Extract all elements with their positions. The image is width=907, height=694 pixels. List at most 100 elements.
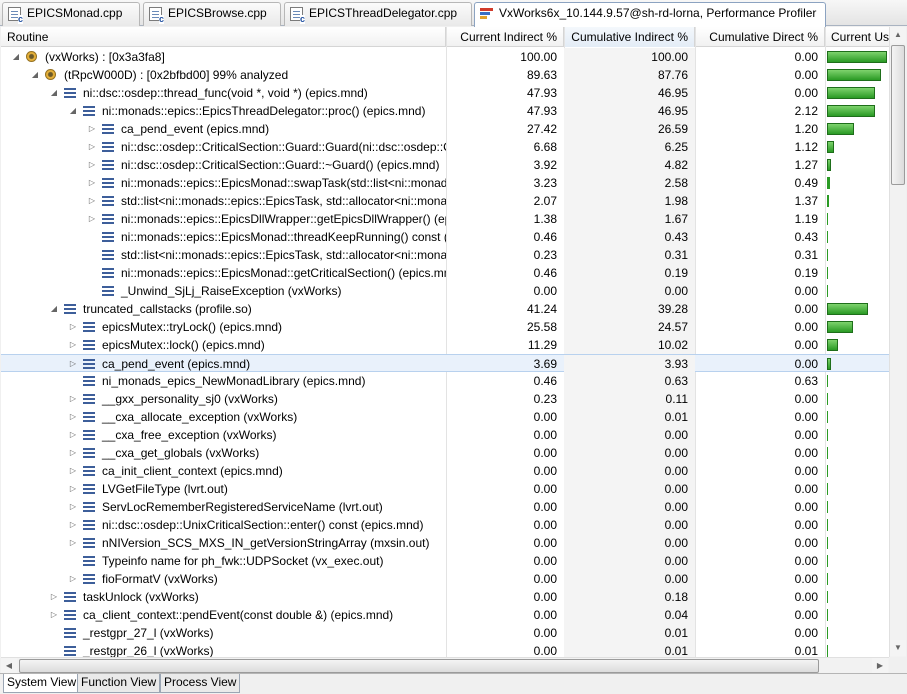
expand-arrow-icon[interactable]: ▷ xyxy=(87,156,97,174)
vertical-scroll-thumb[interactable] xyxy=(891,45,905,185)
expand-arrow-icon[interactable]: ▷ xyxy=(68,516,78,534)
table-row[interactable]: ▷ ca_init_client_context (epics.mnd) 0.00 0… xyxy=(1,462,889,480)
cumulative-direct-cell: 1.27 xyxy=(794,158,818,172)
expand-arrow-icon[interactable]: ▷ xyxy=(68,426,78,444)
expand-arrow-icon[interactable]: ▷ xyxy=(49,606,59,624)
table-row[interactable]: ▷ LVGetFileType (lvrt.out) 0.00 0.00 0.00 xyxy=(1,480,889,498)
column-header-current-indirect[interactable]: Current Indirect % xyxy=(446,27,564,47)
table-row[interactable]: ni::monads::epics::EpicsMonad::getCritic… xyxy=(1,264,889,282)
table-row[interactable]: Typeinfo name for ph_fwk::UDPSocket (vx_… xyxy=(1,552,889,570)
tab-performance-profiler[interactable]: VxWorks6x_10.144.9.57@sh-rd-lorna, Perfo… xyxy=(474,2,826,27)
table-row[interactable]: ▷ ni::dsc::osdep::CriticalSection::Guard:… xyxy=(1,156,889,174)
tab-function-view[interactable]: Function View xyxy=(77,674,161,693)
scroll-up-icon[interactable]: ▲ xyxy=(890,27,906,43)
column-header-cumulative-direct[interactable]: Cumulative Direct % xyxy=(695,27,825,47)
expand-arrow-icon[interactable]: ▷ xyxy=(68,498,78,516)
table-row[interactable]: ▷ nNIVersion_SCS_MXS_IN_getVersionStringA… xyxy=(1,534,889,552)
horizontal-scroll-thumb[interactable] xyxy=(19,659,819,673)
table-row[interactable]: std::list<ni::monads::epics::EpicsTask, … xyxy=(1,246,889,264)
collapse-arrow-icon[interactable]: ◢ xyxy=(11,48,21,66)
expand-arrow-icon[interactable]: ▷ xyxy=(68,462,78,480)
table-row[interactable]: ◢ ni::dsc::osdep::thread_func(void *, voi… xyxy=(1,84,889,102)
usage-bar xyxy=(827,231,828,243)
current-usage-cell xyxy=(825,355,889,373)
table-row[interactable]: _restgpr_27_l (vxWorks) 0.00 0.01 0.00 xyxy=(1,624,889,642)
horizontal-scrollbar[interactable]: ◀ ▶ xyxy=(1,657,889,674)
table-row[interactable]: ▷ ni::dsc::osdep::CriticalSection::Guard:… xyxy=(1,138,889,156)
usage-bar xyxy=(827,375,828,387)
scroll-right-icon[interactable]: ▶ xyxy=(872,658,888,674)
table-row[interactable]: ni::monads::epics::EpicsMonad::threadKee… xyxy=(1,228,889,246)
expand-arrow-icon[interactable]: ▷ xyxy=(68,318,78,336)
table-row[interactable]: ▷ ni::monads::epics::EpicsMonad::swapTask… xyxy=(1,174,889,192)
expand-arrow-icon[interactable]: ▷ xyxy=(87,174,97,192)
collapse-arrow-icon[interactable]: ◢ xyxy=(49,84,59,102)
column-header-routine[interactable]: Routine xyxy=(1,27,446,47)
expand-arrow-icon[interactable]: ▷ xyxy=(87,120,97,138)
expand-arrow-icon[interactable]: ▷ xyxy=(87,210,97,228)
close-tab-icon[interactable]: ✕ xyxy=(824,4,825,25)
tab-epics-thread-delegator[interactable]: EPICSThreadDelegator.cpp xyxy=(284,2,472,26)
current-indirect-cell: 0.23 xyxy=(533,392,557,406)
expand-arrow-icon[interactable]: ▷ xyxy=(68,355,78,373)
table-row[interactable]: ▷ fioFormatV (vxWorks) 0.00 0.00 0.00 xyxy=(1,570,889,588)
collapse-arrow-icon[interactable]: ◢ xyxy=(49,300,59,318)
usage-bar xyxy=(827,69,881,81)
table-row[interactable]: ▷ ni::monads::epics::EpicsDllWrapper::get… xyxy=(1,210,889,228)
table-row[interactable]: ▷ ca_pend_event (epics.mnd) 27.42 26.59 1.20 xyxy=(1,120,889,138)
table-row[interactable]: ▷ __cxa_allocate_exception (vxWorks) 0.00 0… xyxy=(1,408,889,426)
table-row[interactable]: ◢ truncated_callstacks (profile.so) 41.24 3… xyxy=(1,300,889,318)
table-row[interactable]: ▷ __cxa_free_exception (vxWorks) 0.00 0.00 0… xyxy=(1,426,889,444)
expand-arrow-icon[interactable]: ▷ xyxy=(87,138,97,156)
usage-bar xyxy=(827,267,828,279)
table-row[interactable]: ▷ __gxx_personality_sj0 (vxWorks) 0.23 0.11… xyxy=(1,390,889,408)
function-icon xyxy=(102,250,114,260)
collapse-arrow-icon[interactable]: ◢ xyxy=(68,102,78,120)
table-row[interactable]: ni_monads_epics_NewMonadLibrary (epics.m… xyxy=(1,372,889,390)
column-header-cumulative-indirect[interactable]: Cumulative Indirect % xyxy=(564,27,695,47)
table-row[interactable]: ▷ ca_client_context::pendEvent(const doub… xyxy=(1,606,889,624)
table-row[interactable]: ▷ std::list<ni::monads::epics::EpicsTask,… xyxy=(1,192,889,210)
expand-arrow-icon[interactable]: ▷ xyxy=(68,480,78,498)
table-row[interactable]: ▷ __cxa_get_globals (vxWorks) 0.00 0.00 0.00 xyxy=(1,444,889,462)
expand-arrow-icon[interactable]: ▷ xyxy=(68,444,78,462)
collapse-arrow-icon[interactable]: ◢ xyxy=(30,66,40,84)
expand-arrow-icon[interactable]: ▷ xyxy=(68,336,78,354)
routine-name: ca_init_client_context (epics.mnd) xyxy=(102,464,283,478)
expand-arrow-icon[interactable]: ▷ xyxy=(68,408,78,426)
tab-system-view[interactable]: System View xyxy=(3,674,81,693)
expand-arrow-icon[interactable]: ▷ xyxy=(68,570,78,588)
expand-arrow-icon[interactable]: ▷ xyxy=(68,534,78,552)
expand-arrow-icon[interactable]: ▷ xyxy=(87,192,97,210)
current-usage-cell xyxy=(825,282,889,300)
current-usage-cell xyxy=(825,120,889,138)
routine-cell: ◢ (vxWorks) : [0x3a3fa8] xyxy=(1,48,446,66)
table-row[interactable]: _Unwind_SjLj_RaiseException (vxWorks) 0.0… xyxy=(1,282,889,300)
tab-epics-browse[interactable]: EPICSBrowse.cpp xyxy=(143,2,281,26)
routine-name: ServLocRememberRegisteredServiceName (lv… xyxy=(102,500,383,514)
table-row[interactable]: _restgpr_26_l (vxWorks) 0.00 0.01 0.01 xyxy=(1,642,889,657)
table-row[interactable]: ▷ epicsMutex::lock() (epics.mnd) 11.29 10.0… xyxy=(1,336,889,354)
table-row[interactable]: ◢ (tRpcW000D) : [0x2bfbd00] 99% analyzed 8… xyxy=(1,66,889,84)
table-row[interactable]: ▷ ni::dsc::osdep::UnixCriticalSection::en… xyxy=(1,516,889,534)
column-header-current-usage[interactable]: Current Usa xyxy=(825,27,889,47)
scroll-down-icon[interactable]: ▼ xyxy=(890,640,906,656)
tab-epics-monad[interactable]: EPICSMonad.cpp xyxy=(2,2,140,26)
table-row[interactable]: ▷ ServLocRememberRegisteredServiceName (l… xyxy=(1,498,889,516)
cumulative-indirect-cell: 0.11 xyxy=(564,390,695,408)
expand-arrow-icon[interactable]: ▷ xyxy=(68,390,78,408)
current-indirect-cell: 0.23 xyxy=(533,248,557,262)
scroll-left-icon[interactable]: ◀ xyxy=(1,658,17,674)
table-row[interactable]: ▷ epicsMutex::tryLock() (epics.mnd) 25.58 2… xyxy=(1,318,889,336)
routine-name: ni::dsc::osdep::thread_func(void *, void… xyxy=(83,86,368,100)
table-row[interactable]: ◢ ni::monads::epics::EpicsThreadDelegator… xyxy=(1,102,889,120)
table-row[interactable]: ◢ (vxWorks) : [0x3a3fa8] 100.00 100.00 0.00 xyxy=(1,48,889,66)
function-icon xyxy=(102,178,114,188)
cumulative-indirect-cell: 0.31 xyxy=(564,246,695,264)
tab-process-view[interactable]: Process View xyxy=(160,674,241,693)
vertical-scrollbar[interactable]: ▲ ▼ xyxy=(889,27,906,657)
table-row[interactable]: ▷ taskUnlock (vxWorks) 0.00 0.18 0.00 xyxy=(1,588,889,606)
expand-arrow-icon[interactable]: ▷ xyxy=(49,588,59,606)
function-icon xyxy=(83,538,95,548)
table-row[interactable]: ▷ ca_pend_event (epics.mnd) 3.69 3.93 0.00 xyxy=(1,354,889,373)
